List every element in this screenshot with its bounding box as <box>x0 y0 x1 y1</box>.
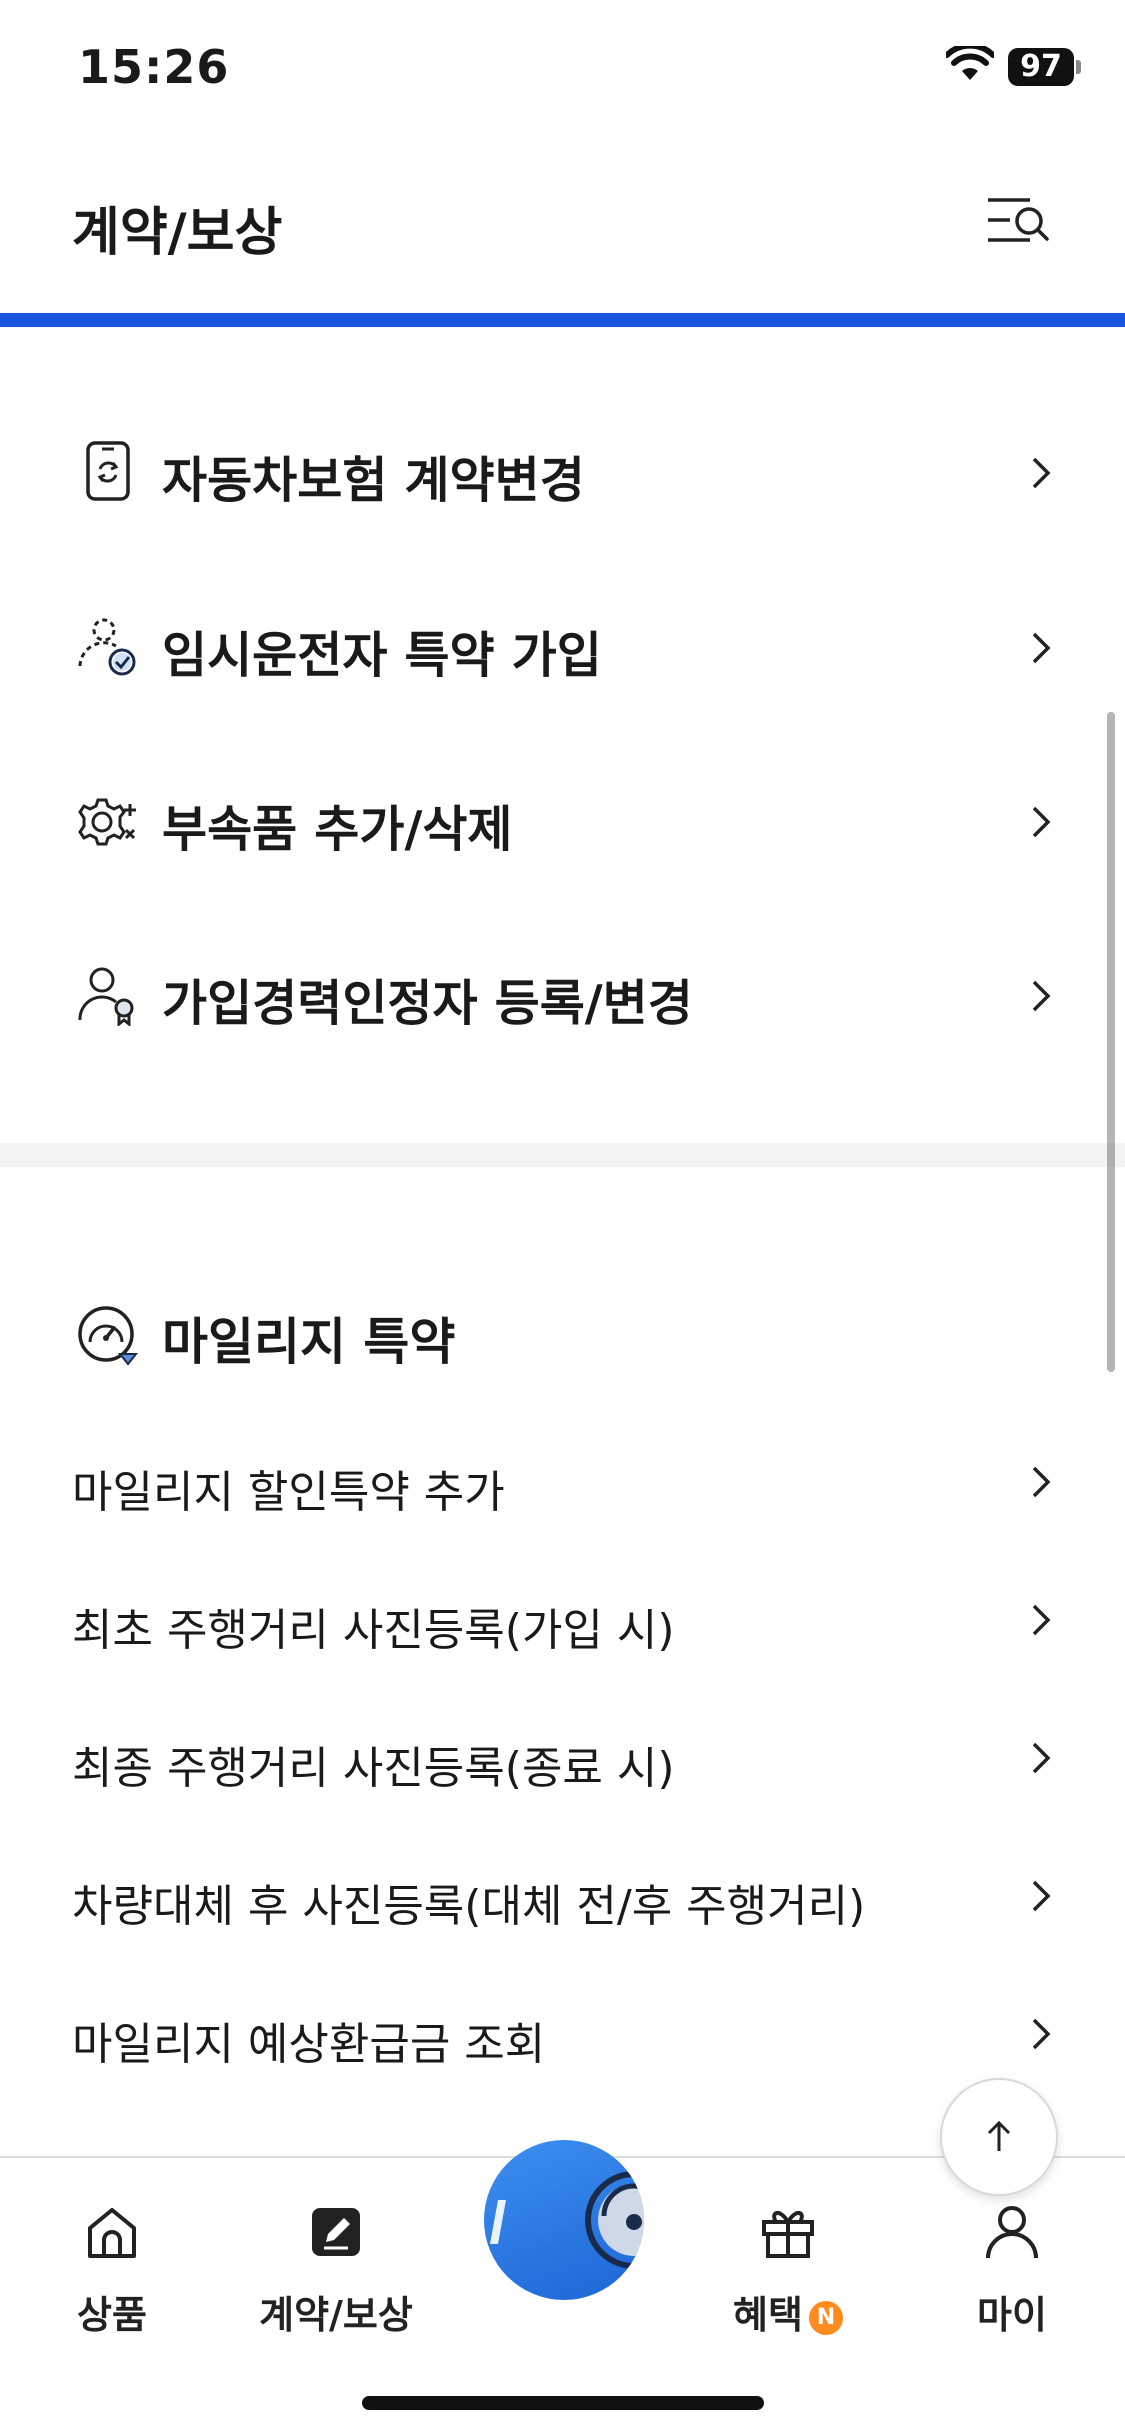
car-app-icon <box>490 2171 644 2269</box>
page-title: 계약/보상 <box>72 203 283 263</box>
home-indicator <box>362 2396 764 2410</box>
center-action-button[interactable] <box>484 2140 644 2300</box>
home-icon <box>88 2208 136 2258</box>
mileage-section-header: 마일리지 특약 <box>0 1280 1125 1390</box>
arrow-up-icon <box>987 2120 1011 2151</box>
tab-label: 마이 <box>977 2293 1047 2337</box>
gear-plus-minus-icon <box>78 798 136 846</box>
tab-label: 상품 <box>77 2293 147 2337</box>
header-accent-bar <box>0 313 1125 327</box>
chevron-right-icon <box>1032 806 1051 838</box>
tab-my[interactable]: 마이 <box>912 2188 1112 2338</box>
chevron-right-icon <box>1032 1604 1051 1636</box>
list-item-label: 차량대체 후 사진등록(대체 전/후 주행거리) <box>72 1881 866 1932</box>
chevron-right-icon <box>1032 457 1051 489</box>
chevron-right-icon <box>1032 1880 1051 1912</box>
person-badge-icon <box>78 967 134 1026</box>
edit-icon <box>312 2208 360 2256</box>
tab-products[interactable]: 상품 <box>12 2188 212 2338</box>
list-item-label: 마일리지 할인특약 추가 <box>72 1467 505 1518</box>
list-item-label: 임시운전자 특약 가입 <box>162 627 602 684</box>
menu-search-icon[interactable] <box>984 186 1054 256</box>
list-item-accessories[interactable]: 부속품 추가/삭제 <box>0 746 1125 896</box>
list-item-final-mileage-photo[interactable]: 최종 주행거리 사진등록(종료 시) <box>0 1694 1125 1824</box>
chevron-right-icon <box>1032 1466 1051 1498</box>
tab-label: 계약/보상 <box>259 2293 413 2337</box>
tab-label: 혜택 <box>733 2293 803 2337</box>
list-item-mileage-discount[interactable]: 마일리지 할인특약 추가 <box>0 1418 1125 1548</box>
list-item-label: 부속품 추가/삭제 <box>162 801 513 858</box>
list-item-refund-inquiry[interactable]: 마일리지 예상환급금 조회 <box>0 1970 1125 2100</box>
list-item-temp-driver[interactable]: 임시운전자 특약 가입 <box>0 572 1125 722</box>
chevron-right-icon <box>1032 980 1051 1012</box>
list-item-vehicle-replace-photo[interactable]: 차량대체 후 사진등록(대체 전/후 주행거리) <box>0 1832 1125 1962</box>
battery-indicator: 97 <box>1008 48 1074 86</box>
list-item-career-register[interactable]: 가입경력인정자 등록/변경 <box>0 920 1125 1070</box>
battery-nub <box>1076 60 1081 74</box>
new-badge: N <box>808 2300 843 2335</box>
list-item-label: 마일리지 예상환급금 조회 <box>72 2019 546 2070</box>
tab-label-wrap: 혜택 N <box>688 2284 888 2339</box>
list-item-label: 최초 주행거리 사진등록(가입 시) <box>72 1605 675 1656</box>
section-divider <box>0 1143 1125 1167</box>
section-title: 마일리지 특약 <box>162 1313 456 1371</box>
list-item-label: 자동차보험 계약변경 <box>162 452 585 509</box>
phone-refresh-icon <box>86 441 130 501</box>
status-bar: 15:26 97 <box>0 0 1125 140</box>
chevron-right-icon <box>1032 1742 1051 1774</box>
scrollbar[interactable] <box>1107 712 1115 1372</box>
tab-benefits[interactable]: 혜택 N <box>688 2188 888 2338</box>
gauge-icon <box>78 1306 139 1366</box>
gift-icon <box>762 2211 814 2258</box>
header: 계약/보상 <box>0 160 1125 280</box>
person-check-icon <box>78 618 136 676</box>
wifi-icon <box>946 46 994 80</box>
list-item-label: 가입경력인정자 등록/변경 <box>162 975 693 1032</box>
scroll-to-top-button[interactable] <box>940 2078 1058 2196</box>
list-item-first-mileage-photo[interactable]: 최초 주행거리 사진등록(가입 시) <box>0 1556 1125 1686</box>
list-item-label: 최종 주행거리 사진등록(종료 시) <box>72 1743 675 1794</box>
tab-contract[interactable]: 계약/보상 <box>236 2188 436 2338</box>
list-item-contract-change[interactable]: 자동차보험 계약변경 <box>0 397 1125 547</box>
chevron-right-icon <box>1032 2018 1051 2050</box>
chevron-right-icon <box>1032 632 1051 664</box>
status-time: 15:26 <box>78 40 230 94</box>
person-icon <box>986 2206 1038 2259</box>
